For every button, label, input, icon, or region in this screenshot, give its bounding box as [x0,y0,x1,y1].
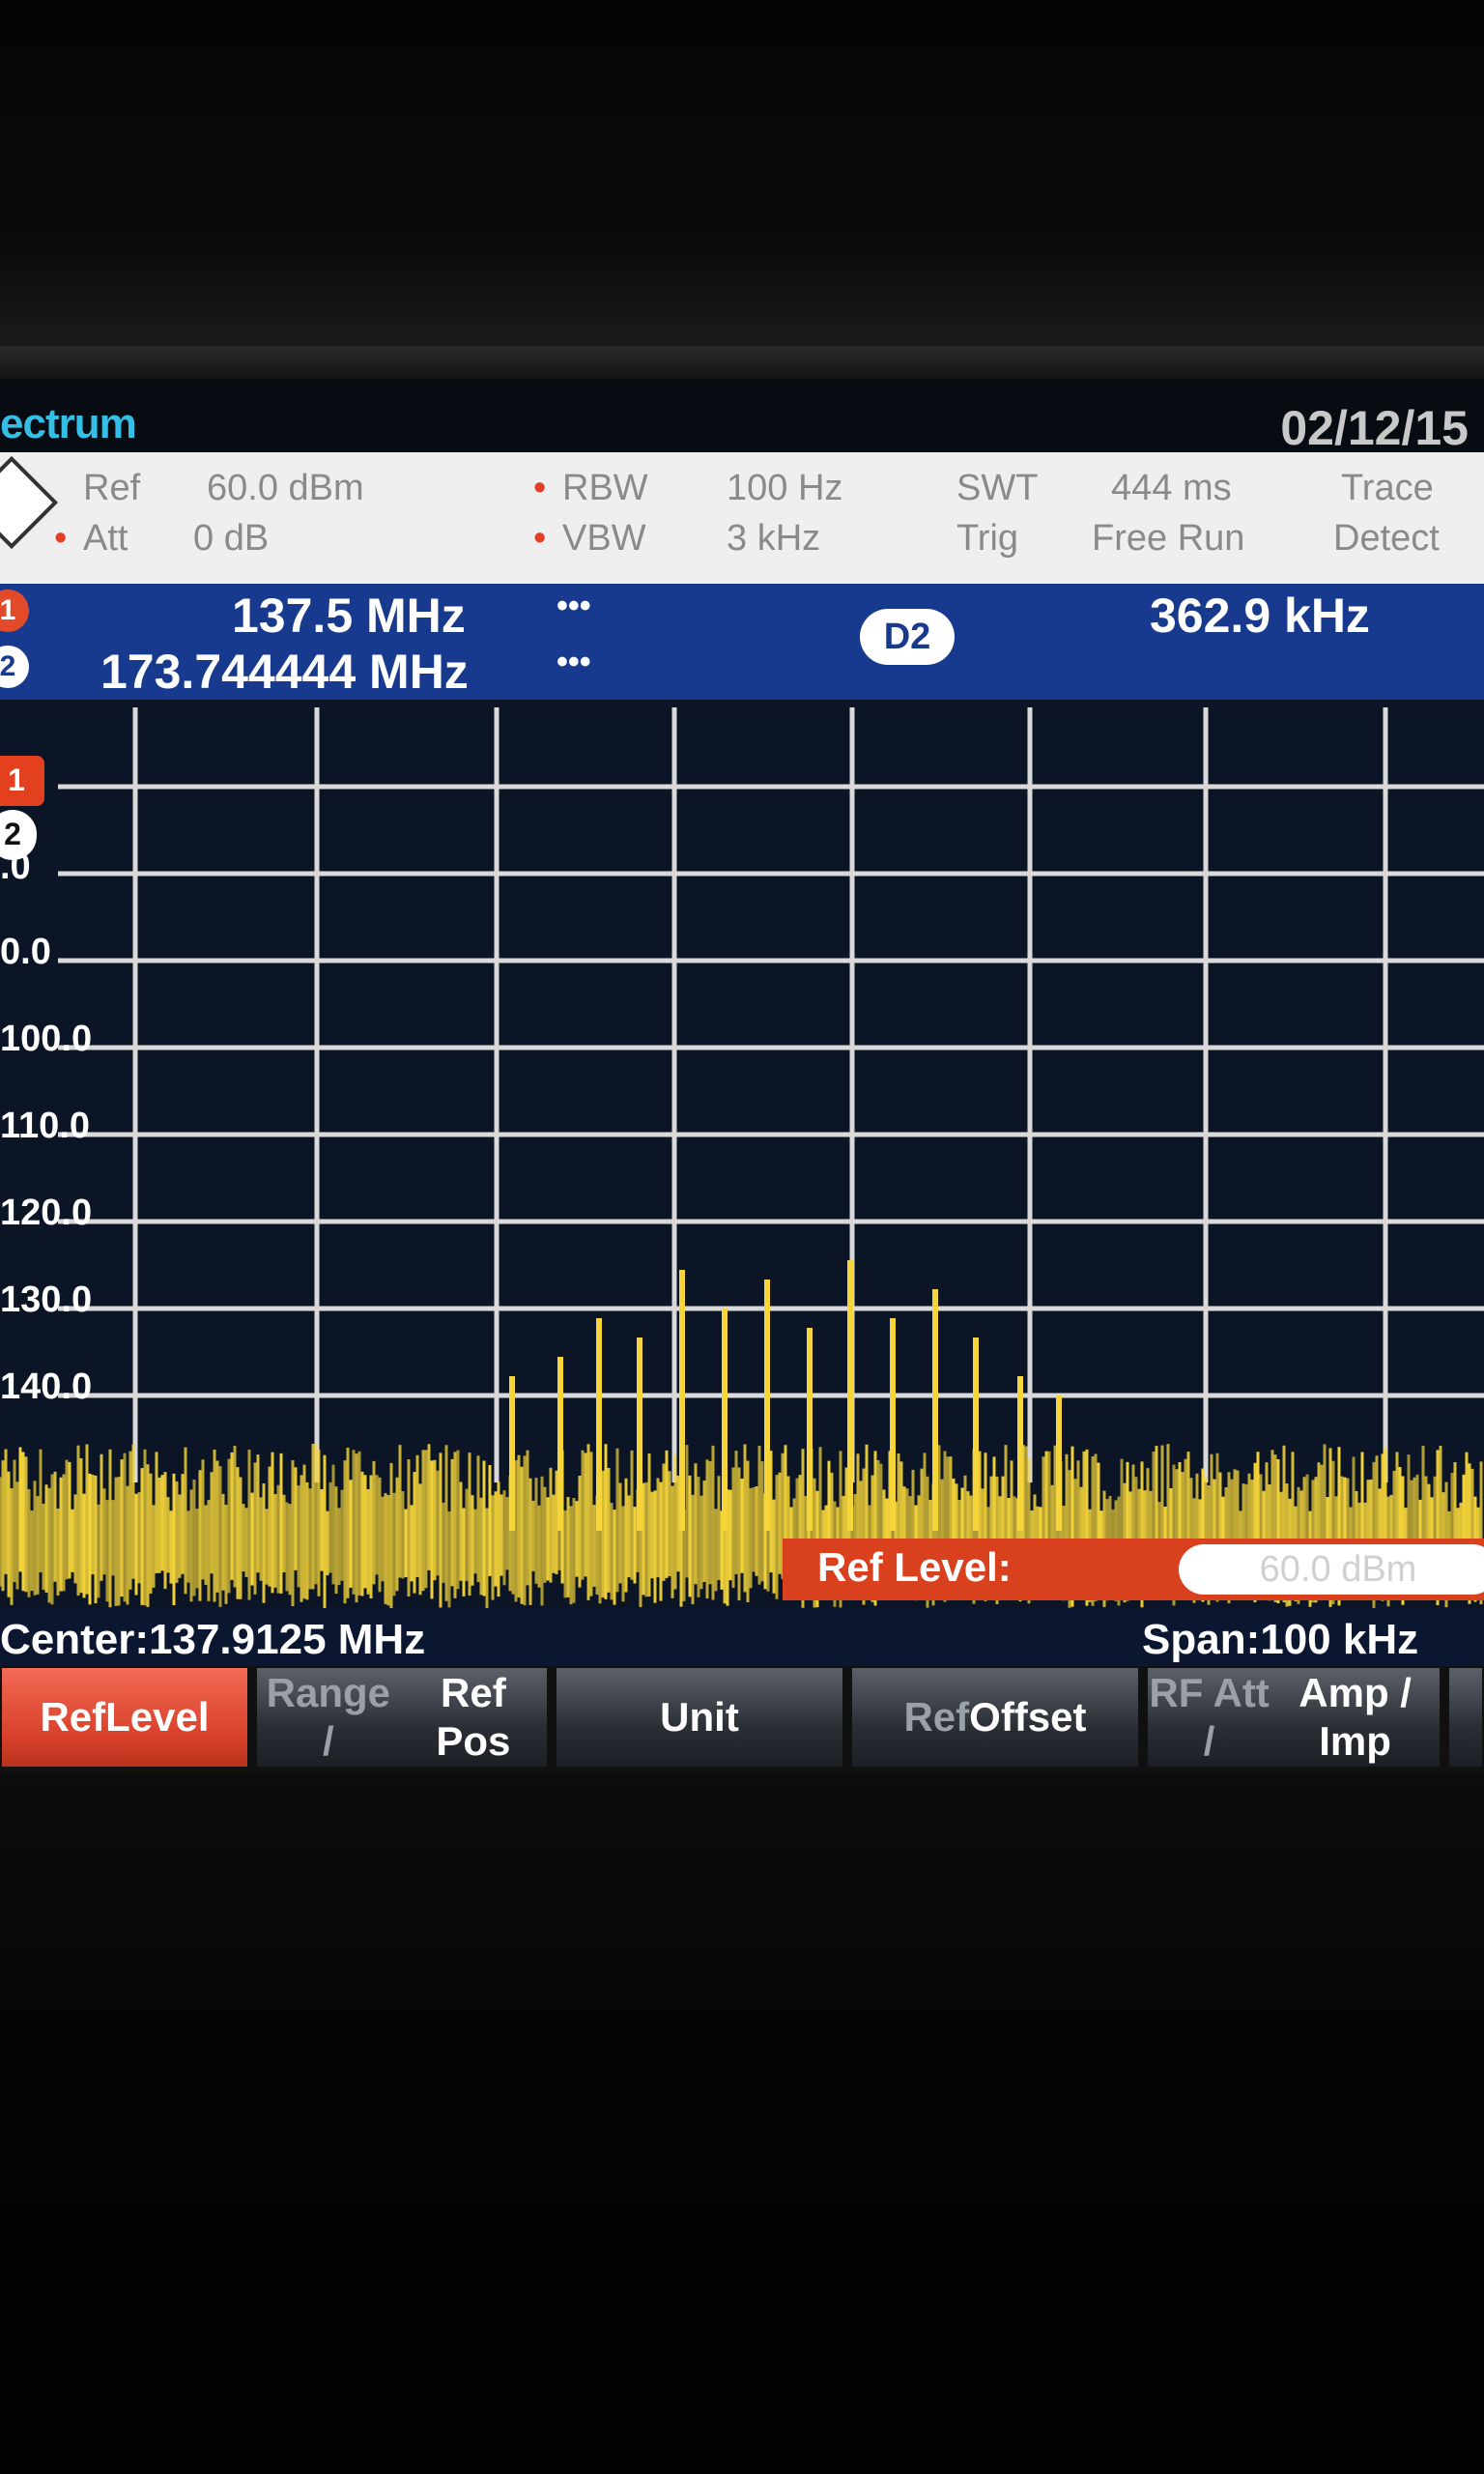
softkey-label-line2: Level [105,1694,210,1740]
trg-value: Free Run [1092,518,1245,559]
trace-label: Trace [1341,468,1434,508]
softkey-label-line1: Ref [903,1694,970,1740]
vbw-value: 3 kHz [727,518,821,559]
detect-label: Detect [1333,518,1440,559]
y-axis-label: 0.0 [0,932,51,972]
ref-value: 60.0 dBm [207,468,364,508]
frequency-status-bar: Center:137.9125 MHz Span:100 kHz [0,1608,1484,1666]
delta-marker-badge: D2 [860,609,955,665]
span-value: Span:100 kHz [1142,1616,1419,1663]
delta-frequency: 362.9 kHz [1150,589,1370,643]
rf-att-amp-imp-softkey[interactable]: RF Att / Amp / Imp [1146,1666,1441,1769]
ref-level-label: Ref Level: [817,1544,1012,1590]
marker-1-level: ••• [556,588,591,624]
rbw-coupled-dot-icon: • [533,468,547,508]
ref-label: Ref [83,468,141,508]
y-axis-label: 130.0 [0,1280,93,1320]
att-value: 0 dB [193,518,270,559]
ref-level-softkey[interactable]: Ref Level [0,1666,249,1769]
att-label: Att [83,518,128,559]
date-display: 02/12/15 [1280,401,1469,455]
range-ref-pos-softkey[interactable]: Range / Ref Pos [255,1666,549,1769]
monitor-bezel-bottom [0,1773,1484,2474]
vertical-gridlines [132,707,1388,1482]
app-title: ectrum [0,400,137,447]
trg-label: Trig [956,518,1019,559]
analyzer-screen: ectrum 02/12/15 Ref 60.0 dBm • Att 0 dB … [0,379,1484,1773]
att-coupled-dot-icon: • [54,518,68,559]
unit-softkey[interactable]: Unit [555,1666,844,1769]
monitor-bezel-edge [0,346,1484,381]
softkey-label-line1: Range / [266,1670,391,1764]
marker-2-level: ••• [556,644,591,680]
title-bar: ectrum 02/12/15 [0,379,1484,455]
y-axis-label: 110.0 [0,1106,90,1146]
rbw-label: RBW [562,468,648,508]
marker-1-frequency: 137.5 MHz [232,589,466,643]
y-axis-label: 120.0 [0,1193,93,1233]
y-axis-label: .0 [0,847,31,887]
marker-2-badge: 2 [0,646,29,688]
y-axis-label: 100.0 [0,1019,93,1059]
center-frequency: Center:137.9125 MHz [0,1616,426,1663]
vbw-label: VBW [562,518,646,559]
monitor-bezel-top [0,0,1484,348]
ref-level-entry[interactable]: Ref Level: 60.0 dBm [783,1539,1484,1600]
ref-level-input[interactable]: 60.0 dBm [1179,1544,1484,1595]
spectrum-plot[interactable]: 1 2 .0 0.0 100.0 110.0 120.0 130.0 140.0 [0,700,1484,1608]
rbw-value: 100 Hz [727,468,843,508]
softkey-label-line1: Ref [40,1694,106,1740]
softkey-bar: Ref Level Range / Ref Pos Unit Ref Offset R… [0,1666,1484,1773]
brand-logo-icon [0,455,59,550]
marker-1-badge: 1 [0,590,29,632]
marker-info-bar: 1 137.5 MHz ••• 2 173.744444 MHz ••• D2 … [0,584,1484,700]
marker-2-frequency: 173.744444 MHz [100,645,469,699]
next-softkey[interactable] [1447,1666,1484,1769]
softkey-label-line2: Offset [969,1694,1087,1740]
swt-value: 444 ms [1111,468,1232,508]
softkey-label-line2: Amp / Imp [1298,1670,1412,1764]
horizontal-gridlines [58,784,1484,1398]
measurement-settings: Ref 60.0 dBm • Att 0 dB • RBW 100 Hz • V… [0,452,1484,584]
softkey-label-line1: RF Att / [1149,1670,1270,1764]
vbw-coupled-dot-icon: • [533,518,547,559]
trace-1-badge: 1 [0,756,44,806]
y-axis-label: 140.0 [0,1366,93,1407]
spectrum-graph [0,707,1484,1608]
softkey-label-line1: Unit [660,1694,739,1740]
swt-label: SWT [956,468,1039,508]
ref-offset-softkey[interactable]: Ref Offset [850,1666,1140,1769]
softkey-label-line2: Ref Pos [436,1670,511,1764]
